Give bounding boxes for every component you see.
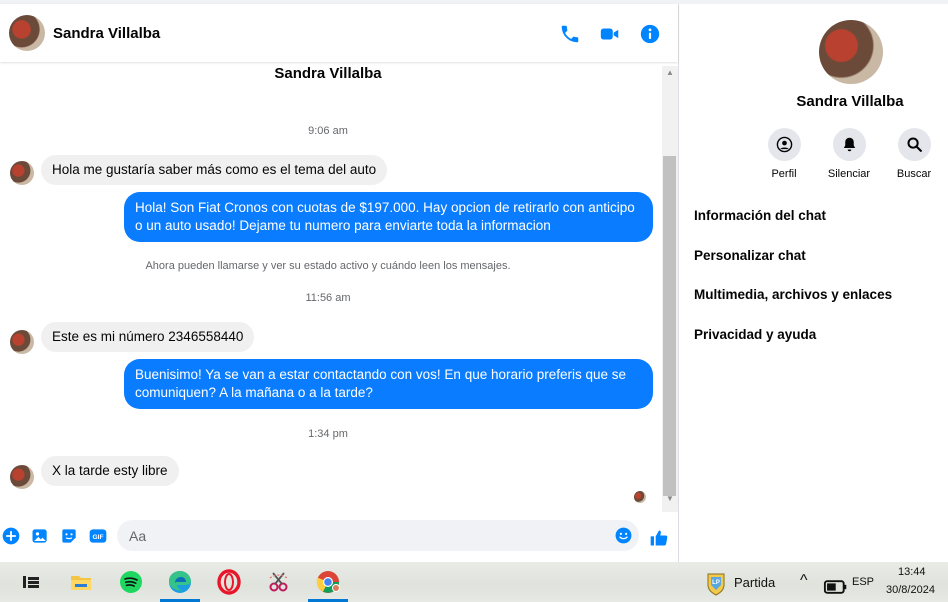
clock-date[interactable]: 30/8/2024 — [886, 584, 935, 596]
spotify-icon[interactable] — [118, 569, 144, 595]
svg-text:GIF: GIF — [92, 534, 103, 541]
info-icon[interactable] — [639, 23, 661, 45]
panel-contact-name: Sandra Villalba — [796, 93, 904, 110]
taskbar: LP Partida ^ ESP 13:44 30/8/2024 — [0, 562, 948, 602]
search-label: Buscar — [896, 168, 932, 180]
chat-pane: Sandra Villalba Sandra Villalba 9:06 am … — [0, 4, 678, 562]
contact-avatar[interactable] — [9, 15, 45, 51]
menu-chat-info[interactable]: Información del chat — [694, 208, 826, 223]
scroll-down-arrow[interactable]: ▼ — [662, 492, 678, 506]
timestamp: 1:34 pm — [308, 428, 348, 440]
panel-avatar[interactable] — [819, 20, 883, 84]
conversation-title: Sandra Villalba — [274, 65, 382, 82]
clock-time[interactable]: 13:44 — [898, 566, 926, 578]
file-explorer-icon[interactable] — [68, 569, 94, 595]
profile-icon — [776, 136, 792, 153]
contact-name[interactable]: Sandra Villalba — [53, 25, 160, 42]
gif-icon[interactable]: GIF — [88, 526, 108, 546]
battery-icon[interactable] — [822, 574, 847, 594]
photo-icon[interactable] — [30, 526, 50, 546]
incoming-message[interactable]: Hola me gustaría saber más como es el te… — [41, 155, 388, 185]
task-view-icon[interactable] — [18, 569, 44, 595]
message-input[interactable] — [129, 527, 599, 545]
menu-privacy-support[interactable]: Privacidad y ayuda — [694, 327, 816, 342]
messenger-window: Sandra Villalba Sandra Villalba 9:06 am … — [0, 0, 948, 602]
bell-icon — [843, 137, 855, 152]
message-list[interactable]: Sandra Villalba 9:06 am Hola me gustaría… — [0, 62, 662, 512]
profile-button[interactable]: Perfil — [754, 128, 814, 180]
system-notice: Ahora pueden llamarse y ver su estado ac… — [145, 260, 511, 272]
like-icon[interactable] — [649, 528, 669, 548]
timestamp: 9:06 am — [308, 125, 348, 137]
menu-media-files-links[interactable]: Multimedia, archivos y enlaces — [694, 287, 892, 302]
menu-customize-chat[interactable]: Personalizar chat — [694, 248, 806, 263]
outgoing-message[interactable]: Buenisimo! Ya se van a estar contactando… — [124, 359, 653, 409]
sticker-icon[interactable] — [59, 526, 79, 546]
sender-avatar[interactable] — [10, 465, 34, 489]
composer: GIF — [0, 514, 678, 562]
incoming-message[interactable]: Este es mi número 2346558440 — [41, 322, 255, 352]
search-button[interactable]: Buscar — [884, 128, 944, 180]
snipping-tool-icon[interactable] — [266, 569, 292, 595]
mute-button[interactable]: Silenciar — [819, 128, 879, 180]
chevron-up-icon[interactable]: ^ — [800, 572, 808, 590]
weather-label[interactable]: Partida — [734, 575, 775, 590]
svg-text:LP: LP — [712, 580, 720, 586]
mute-label: Silenciar — [827, 168, 871, 180]
edge-icon[interactable] — [167, 569, 193, 595]
message-input-box[interactable] — [117, 520, 639, 551]
search-icon — [906, 137, 922, 152]
profile-label: Perfil — [771, 168, 797, 180]
football-club-icon[interactable]: LP — [703, 571, 725, 596]
outgoing-message[interactable]: Hola! Son Fiat Cronos con cuotas de $197… — [124, 192, 653, 242]
chat-header: Sandra Villalba — [0, 4, 678, 62]
video-icon[interactable] — [599, 23, 621, 45]
seen-avatar — [634, 491, 646, 503]
chat-info-panel: Sandra Villalba Perfil Silenciar Buscar … — [678, 4, 948, 562]
phone-icon[interactable] — [559, 23, 581, 45]
plus-icon[interactable] — [1, 526, 21, 546]
scroll-thumb[interactable] — [663, 156, 676, 496]
sender-avatar[interactable] — [10, 161, 34, 185]
language-indicator[interactable]: ESP — [852, 576, 874, 588]
emoji-icon[interactable] — [614, 526, 633, 545]
sender-avatar[interactable] — [10, 330, 34, 354]
chrome-icon[interactable] — [315, 569, 341, 595]
incoming-message[interactable]: X la tarde esty libre — [41, 456, 179, 486]
opera-icon[interactable] — [216, 569, 242, 595]
scrollbar[interactable]: ▲ ▼ — [662, 66, 678, 512]
timestamp: 11:56 am — [305, 292, 351, 304]
scroll-up-arrow[interactable]: ▲ — [662, 66, 678, 80]
